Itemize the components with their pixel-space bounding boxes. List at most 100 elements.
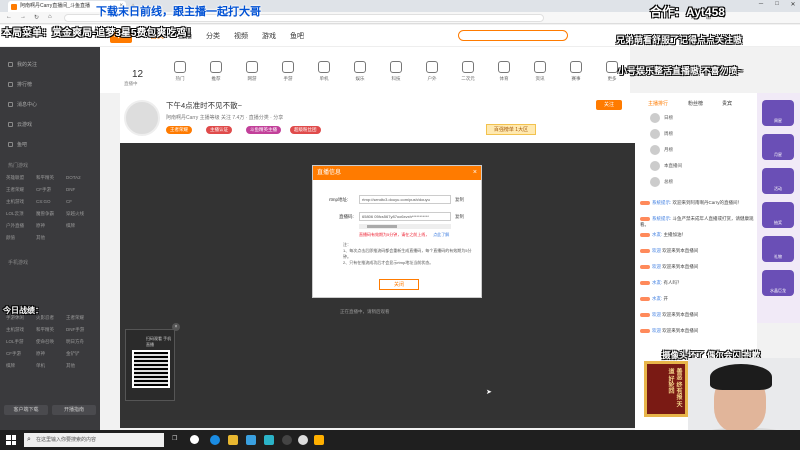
rank-row[interactable]: 本直播间 xyxy=(640,159,750,173)
sidebar-game[interactable]: CS:GO xyxy=(36,199,66,205)
nav-video[interactable]: 视频 xyxy=(234,31,248,41)
sidebar-game[interactable]: LOL云顶 xyxy=(6,211,36,217)
sidebar-game[interactable]: 明日方舟 xyxy=(66,339,96,345)
sidebar-game[interactable]: DOTA2 xyxy=(66,175,96,181)
sidebar-game[interactable]: 颜值 xyxy=(6,235,36,241)
sidebar-game[interactable]: 和平精英 xyxy=(36,327,66,333)
windows-start-icon[interactable] xyxy=(6,435,16,445)
category-item[interactable]: 推荐 xyxy=(196,61,236,82)
sidebar-game[interactable]: 使命召唤 xyxy=(36,339,66,345)
sidebar-item-rank[interactable]: 排行榜 xyxy=(8,81,32,88)
badge[interactable]: 主播认证 xyxy=(206,126,232,134)
copy-key-button[interactable]: 复制 xyxy=(455,214,464,220)
refresh-icon[interactable]: ↻ xyxy=(34,14,39,21)
chat-user[interactable]: 欢迎 xyxy=(652,248,661,253)
nav-fishbar[interactable]: 鱼吧 xyxy=(290,31,304,41)
sidebar-game[interactable]: DNF xyxy=(66,187,96,193)
sidebar-game[interactable]: 魔兽争霸 xyxy=(36,211,66,217)
app-icon[interactable] xyxy=(264,435,274,445)
client-download-button[interactable]: 客户端下载 xyxy=(4,405,48,415)
rank-row[interactable]: 总榜 xyxy=(640,175,750,189)
rank-row[interactable]: 月榜 xyxy=(640,143,750,157)
home-icon[interactable]: ⌂ xyxy=(48,14,52,20)
site-search-input[interactable] xyxy=(458,30,568,41)
sidebar-game[interactable]: 王者荣耀 xyxy=(6,187,36,193)
nav-category[interactable]: 分类 xyxy=(206,31,220,41)
learn-more-link[interactable]: 点此了解 xyxy=(433,232,449,237)
chat-user[interactable]: 系统提示: xyxy=(652,200,671,205)
rtmp-field[interactable]: rtmp://sendtc3.douyu.com/push/douyu xyxy=(359,195,451,204)
task-view-icon[interactable]: ❐ xyxy=(172,435,177,442)
sidebar-item-cloudgame[interactable]: 云游戏 xyxy=(8,121,32,128)
sidebar-game[interactable]: 单机 xyxy=(36,363,66,369)
minimize-icon[interactable]: ─ xyxy=(756,1,766,7)
follow-button[interactable]: 关注 xyxy=(596,100,622,110)
sidebar-game[interactable]: 金铲铲 xyxy=(66,351,96,357)
sidebar-game[interactable]: DNF手游 xyxy=(66,327,96,333)
modal-close-icon[interactable]: × xyxy=(473,166,477,180)
app-icon[interactable] xyxy=(314,435,324,445)
app-icon[interactable] xyxy=(282,435,292,445)
sidebar-game[interactable]: 户外直播 xyxy=(6,223,36,229)
chat-user[interactable]: 欢迎 xyxy=(652,328,661,333)
sidebar-game[interactable]: CF手游 xyxy=(6,351,36,357)
sidebar-game[interactable]: 穿越火线 xyxy=(66,211,96,217)
rank-row[interactable]: 周榜 xyxy=(640,127,750,141)
sidebar-game[interactable]: 其他 xyxy=(66,363,96,369)
sidebar-game[interactable]: 棋牌 xyxy=(66,223,96,229)
sidebar-game[interactable]: 英雄联盟 xyxy=(6,175,36,181)
app-icon[interactable] xyxy=(246,435,256,445)
sidebar-item-follow[interactable]: 我的关注 xyxy=(8,61,37,68)
sidebar-game[interactable]: 主机游戏 xyxy=(6,327,36,333)
chat-user[interactable]: 欢迎 xyxy=(652,312,661,317)
activity-badge[interactable]: 礼物 xyxy=(762,236,794,262)
activity-badge[interactable]: 活动 xyxy=(762,168,794,194)
category-item[interactable]: 赛事 xyxy=(556,61,596,82)
tab-vip[interactable]: 贵宾 xyxy=(722,100,732,107)
sidebar-game[interactable]: 棋牌 xyxy=(6,363,36,369)
nav-games[interactable]: 游戏 xyxy=(262,31,276,41)
sidebar-item-fishbar[interactable]: 鱼吧 xyxy=(8,141,27,148)
category-item[interactable]: 娱乐 xyxy=(340,61,380,82)
activity-badge[interactable]: 抽奖 xyxy=(762,202,794,228)
forward-icon[interactable]: → xyxy=(20,14,26,20)
badge[interactable]: 斗鱼精英主播 xyxy=(246,126,281,134)
file-explorer-icon[interactable] xyxy=(228,435,238,445)
sidebar-game[interactable]: CF xyxy=(66,199,96,205)
copy-rtmp-button[interactable]: 复制 xyxy=(455,197,464,203)
taskbar-search[interactable]: 在这里输入你要搜索的内容 xyxy=(24,433,164,447)
maximize-icon[interactable]: □ xyxy=(772,1,782,7)
scrollbar-thumb[interactable] xyxy=(367,225,397,228)
chat-user[interactable]: 欢迎 xyxy=(652,264,661,269)
streamer-avatar[interactable] xyxy=(124,100,160,136)
chat-user[interactable]: 系统提示: xyxy=(652,216,671,221)
sidebar-game[interactable]: 王者荣耀 xyxy=(66,315,96,321)
badge[interactable]: 超级粉丝团 xyxy=(290,126,321,134)
category-item[interactable]: 二次元 xyxy=(448,61,488,82)
rank-row[interactable]: 日榜 xyxy=(640,111,750,125)
chat-user[interactable]: 水友: xyxy=(652,296,662,301)
sidebar-game[interactable]: 原神 xyxy=(36,351,66,357)
sidebar-game[interactable]: 原神 xyxy=(36,223,66,229)
sidebar-game[interactable]: 其他 xyxy=(36,235,66,241)
category-item[interactable]: 户外 xyxy=(412,61,452,82)
window-close-icon[interactable]: ✕ xyxy=(788,1,798,8)
chat-user[interactable]: 水友: xyxy=(652,232,662,237)
activity-badge[interactable]: 水晶巨龙 xyxy=(762,270,794,296)
category-item[interactable]: 体育 xyxy=(484,61,524,82)
edge-icon[interactable] xyxy=(210,435,220,445)
sidebar-game[interactable]: LOL手游 xyxy=(6,339,36,345)
app-icon[interactable] xyxy=(298,435,308,445)
category-item[interactable]: 网游 xyxy=(232,61,272,82)
rank-badge[interactable]: 百强榜单 1大区 xyxy=(486,124,536,135)
sidebar-game[interactable]: CF手游 xyxy=(36,187,66,193)
category-item[interactable]: 资讯 xyxy=(520,61,560,82)
sidebar-item-messages[interactable]: 消息中心 xyxy=(8,101,37,108)
modal-close-button[interactable]: 关闭 xyxy=(379,279,419,290)
category-item[interactable]: 热门 xyxy=(160,61,200,82)
sidebar-game[interactable]: 和平精英 xyxy=(36,175,66,181)
activity-badge[interactable]: 月星 xyxy=(762,134,794,160)
chat-user[interactable]: 水友: xyxy=(652,280,662,285)
tab-fans[interactable]: 粉丝榜 xyxy=(688,100,703,107)
sidebar-game[interactable]: 主机游戏 xyxy=(6,199,36,205)
